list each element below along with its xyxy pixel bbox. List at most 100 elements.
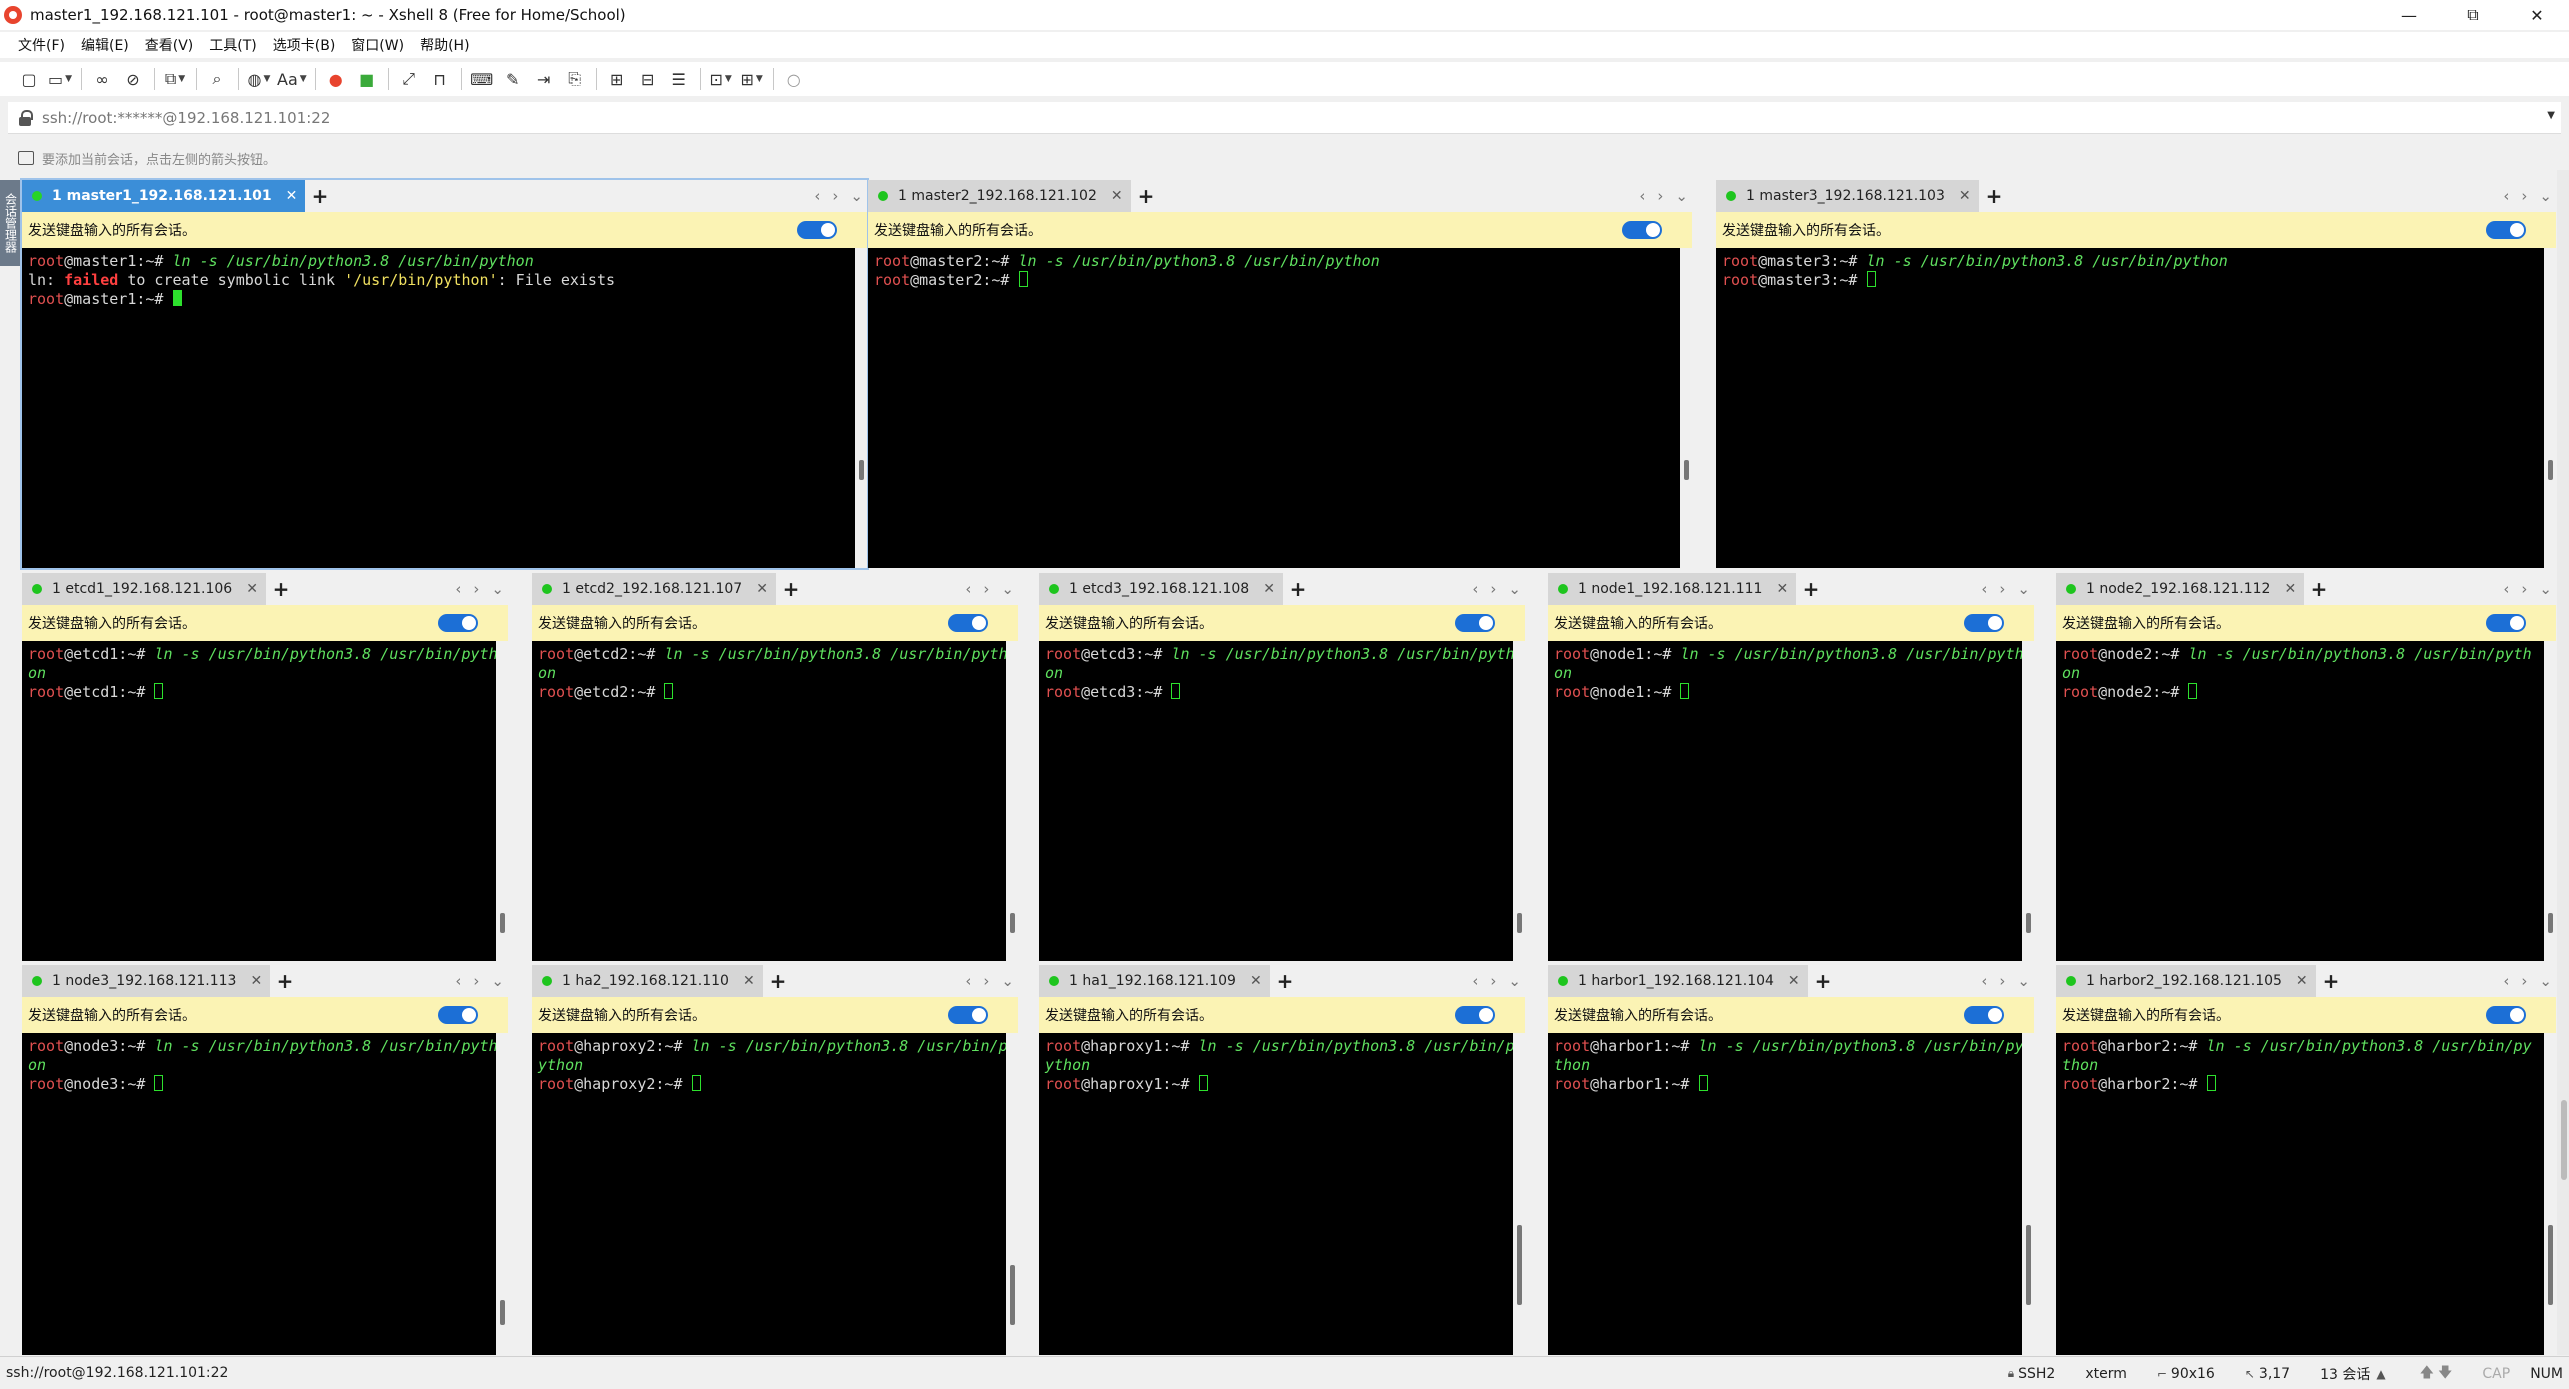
add-session-icon[interactable] <box>18 151 34 165</box>
chevron-right-icon[interactable]: › <box>1999 972 2005 990</box>
chevron-right-icon[interactable]: › <box>473 972 479 990</box>
arrow-up-icon[interactable]: 🡅︎ <box>2420 1362 2434 1386</box>
terminal-pane-etcd3[interactable]: 1 etcd3_192.168.121.108 ✕ + ‹ › ⌄ 发送键盘输入的所有会话。… <box>1039 573 1525 961</box>
terminal-pane-node2[interactable]: 1 node2_192.168.121.112 ✕ + ‹ › ⌄ 发送键盘输入的所有会话。… <box>2056 573 2556 961</box>
session-tab[interactable]: 1 master3_192.168.121.103 ✕ <box>1716 180 1979 212</box>
close-tab-icon[interactable]: ✕ <box>1250 973 1262 989</box>
xshell-icon[interactable]: ● <box>323 66 349 92</box>
close-tab-icon[interactable]: ✕ <box>2284 581 2296 597</box>
close-tab-icon[interactable]: ✕ <box>250 973 262 989</box>
menu-tools[interactable]: 工具(T) <box>209 35 256 55</box>
chevron-down-icon[interactable]: ⌄ <box>1001 972 1014 990</box>
menu-tabs[interactable]: 选项卡(B) <box>273 35 336 55</box>
script-icon[interactable]: ✎ <box>500 66 526 92</box>
restore-button[interactable]: ⧉ <box>2441 0 2505 30</box>
new-tab-button[interactable]: + <box>1133 180 1159 212</box>
session-tab[interactable]: 1 etcd2_192.168.121.107 ✕ <box>532 573 776 605</box>
address-bar[interactable]: ssh://root:******@192.168.121.101:22 ▼ <box>8 102 2561 134</box>
compose-icon[interactable]: ⊞ <box>604 66 630 92</box>
scroll-thumb[interactable] <box>1684 460 1689 480</box>
address-field[interactable]: ssh://root:******@192.168.121.101:22 <box>42 109 330 127</box>
scroll-thumb[interactable] <box>1517 1225 1522 1305</box>
chevron-left-icon[interactable]: ‹ <box>965 580 971 598</box>
terminal-scrollbar[interactable] <box>1006 1033 1018 1355</box>
new-tab-button[interactable]: + <box>765 965 791 997</box>
scroll-thumb[interactable] <box>1010 1265 1015 1325</box>
chevron-left-icon[interactable]: ‹ <box>2503 972 2509 990</box>
new-session-icon[interactable]: ▢ <box>16 66 42 92</box>
scroll-thumb[interactable] <box>2026 913 2031 933</box>
minimize-button[interactable]: — <box>2377 0 2441 30</box>
window-scrollbar[interactable] <box>2557 170 2569 1355</box>
chevron-right-icon[interactable]: › <box>832 187 838 205</box>
new-tab-button[interactable]: + <box>1981 180 2007 212</box>
chevron-down-icon[interactable]: ⌄ <box>2539 187 2552 205</box>
close-tab-icon[interactable]: ✕ <box>286 188 298 204</box>
terminal-output[interactable]: root@harbor2:~# ln -s /usr/bin/python3.8… <box>2056 1033 2544 1355</box>
chevron-left-icon[interactable]: ‹ <box>965 972 971 990</box>
send-to-all-toggle[interactable] <box>2486 1006 2526 1024</box>
terminal-scrollbar[interactable] <box>1006 641 1018 961</box>
close-tab-icon[interactable]: ✕ <box>1263 581 1275 597</box>
chevron-left-icon[interactable]: ‹ <box>455 972 461 990</box>
terminal-output[interactable]: root@master1:~# ln -s /usr/bin/python3.8… <box>22 248 855 568</box>
chevron-left-icon[interactable]: ‹ <box>1472 972 1478 990</box>
chevron-right-icon[interactable]: › <box>473 580 479 598</box>
new-tab-button[interactable]: + <box>307 180 333 212</box>
close-window-button[interactable]: ✕ <box>2505 0 2569 30</box>
scroll-thumb[interactable] <box>2548 460 2553 480</box>
chevron-down-icon[interactable]: ▼ <box>2547 110 2555 121</box>
menu-edit[interactable]: 编辑(E) <box>81 35 129 55</box>
terminal-scrollbar[interactable] <box>1680 248 1692 568</box>
chevron-down-icon[interactable]: ⌄ <box>2017 972 2030 990</box>
close-tab-icon[interactable]: ✕ <box>2296 973 2308 989</box>
terminal-output[interactable]: root@master3:~# ln -s /usr/bin/python3.8… <box>1716 248 2544 568</box>
send-to-all-toggle[interactable] <box>1455 614 1495 632</box>
chat-icon[interactable]: ○ <box>781 66 807 92</box>
chevron-right-icon[interactable]: › <box>983 972 989 990</box>
chevron-right-icon[interactable]: › <box>983 580 989 598</box>
close-tab-icon[interactable]: ✕ <box>1776 581 1788 597</box>
new-tab-button[interactable]: + <box>778 573 804 605</box>
chevron-left-icon[interactable]: ‹ <box>1639 187 1645 205</box>
new-tab-button[interactable]: + <box>1285 573 1311 605</box>
chevron-down-icon[interactable]: ⌄ <box>491 972 504 990</box>
compose-bar-icon[interactable]: ⊟ <box>635 66 661 92</box>
close-tab-icon[interactable]: ✕ <box>743 973 755 989</box>
terminal-scrollbar[interactable] <box>2022 1033 2034 1355</box>
terminal-scrollbar[interactable] <box>1513 1033 1525 1355</box>
terminal-scrollbar[interactable] <box>855 248 867 568</box>
terminal-scrollbar[interactable] <box>2544 641 2556 961</box>
terminal-scrollbar[interactable] <box>2544 248 2556 568</box>
chevron-left-icon[interactable]: ‹ <box>2503 580 2509 598</box>
terminal-output[interactable]: root@haproxy2:~# ln -s /usr/bin/python3.… <box>532 1033 1006 1355</box>
chevron-down-icon[interactable]: ⌄ <box>1675 187 1688 205</box>
terminal-scrollbar[interactable] <box>496 641 508 961</box>
send-to-all-toggle[interactable] <box>948 1006 988 1024</box>
new-tab-button[interactable]: + <box>1810 965 1836 997</box>
xftp-icon[interactable]: ■ <box>354 66 380 92</box>
terminal-pane-node1[interactable]: 1 node1_192.168.121.111 ✕ + ‹ › ⌄ 发送键盘输入的所有会话。… <box>1548 573 2034 961</box>
chevron-down-icon[interactable]: ⌄ <box>1508 580 1521 598</box>
new-tab-button[interactable]: + <box>268 573 294 605</box>
status-sessions[interactable]: 13 会话 ▲ <box>2320 1364 2390 1384</box>
terminal-output[interactable]: root@node1:~# ln -s /usr/bin/python3.8 /… <box>1548 641 2022 961</box>
terminal-output[interactable]: root@node2:~# ln -s /usr/bin/python3.8 /… <box>2056 641 2544 961</box>
arrow-down-icon[interactable]: 🡇︎ <box>2438 1362 2452 1386</box>
log-icon[interactable]: ⎘ <box>562 66 588 92</box>
scroll-thumb[interactable] <box>2548 1225 2553 1305</box>
terminal-output[interactable]: root@node3:~# ln -s /usr/bin/python3.8 /… <box>22 1033 496 1355</box>
note-icon[interactable]: ☰ <box>666 66 692 92</box>
terminal-pane-haproxy1[interactable]: 1 ha1_192.168.121.109 ✕ + ‹ › ⌄ 发送键盘输入的所有会话。 ro… <box>1039 965 1525 1355</box>
session-tab[interactable]: 1 etcd1_192.168.121.106 ✕ <box>22 573 266 605</box>
chevron-down-icon[interactable]: ⌄ <box>1508 972 1521 990</box>
fullscreen-icon[interactable]: ⤢ <box>396 66 422 92</box>
send-to-all-toggle[interactable] <box>2486 221 2526 239</box>
scroll-thumb[interactable] <box>2548 913 2553 933</box>
terminal-pane-master2[interactable]: 1 master2_192.168.121.102 ✕ + ‹ › ⌄ 发送键盘输入的所有会… <box>868 180 1692 568</box>
session-tab[interactable]: 1 harbor1_192.168.121.104 ✕ <box>1548 965 1808 997</box>
status-nav[interactable]: 🡅︎ 🡇︎ <box>2420 1362 2453 1386</box>
new-tab-icon[interactable]: ⊡ ▼ <box>708 66 734 92</box>
send-to-all-toggle[interactable] <box>1964 614 2004 632</box>
send-to-all-toggle[interactable] <box>797 221 837 239</box>
